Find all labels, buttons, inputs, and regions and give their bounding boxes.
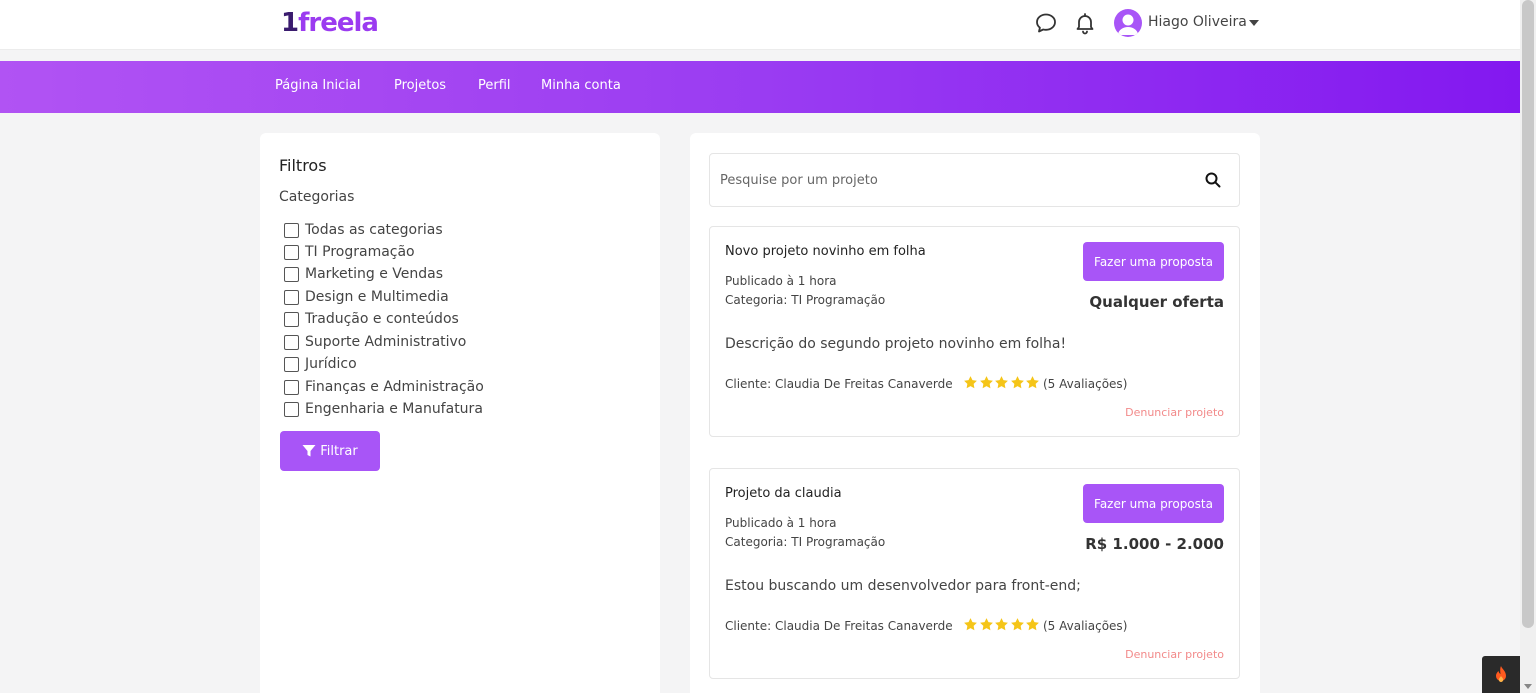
category-label: Finanças e Administração (305, 379, 484, 395)
bell-icon[interactable] (1073, 11, 1097, 35)
scroll-thumb[interactable] (1522, 0, 1534, 628)
filter-button[interactable]: Filtrar (280, 431, 380, 471)
category-option-engineering[interactable]: Engenharia e Manufatura (284, 399, 483, 419)
category-option-admin-support[interactable]: Suporte Administrativo (284, 332, 466, 352)
report-project-link[interactable]: Denunciar projeto (1125, 648, 1224, 661)
rating-stars (963, 617, 1041, 632)
user-icon (1117, 14, 1139, 35)
category-label: Design e Multimedia (305, 289, 449, 305)
chevron-down-icon[interactable] (1249, 20, 1259, 26)
star-icon (995, 376, 1008, 389)
category-option-marketing[interactable]: Marketing e Vendas (284, 264, 443, 284)
user-name[interactable]: Hiago Oliveira (1148, 14, 1247, 30)
make-proposal-button[interactable]: Fazer uma proposta (1083, 484, 1224, 523)
category-label: Tradução e conteúdos (305, 311, 459, 327)
category-option-all[interactable]: Todas as categorias (284, 220, 443, 240)
search-icon[interactable] (1205, 172, 1221, 188)
star-icon (1026, 618, 1039, 631)
project-price: Qualquer oferta (1089, 293, 1224, 311)
star-icon (1026, 376, 1039, 389)
category-label: Suporte Administrativo (305, 334, 467, 350)
projects-panel: Novo projeto novinho em folha Publicado … (690, 133, 1260, 693)
nav-item-profile[interactable]: Perfil (478, 78, 511, 93)
star-icon (964, 376, 977, 389)
chat-icon[interactable] (1034, 11, 1058, 35)
logo-number: 1 (281, 8, 299, 38)
project-client: Cliente: Claudia De Freitas Canaverde (725, 377, 953, 391)
category-checkbox[interactable] (284, 244, 299, 260)
review-count: (5 Avaliações) (1043, 377, 1128, 391)
category-checkbox[interactable] (284, 222, 299, 238)
category-checkbox[interactable] (284, 379, 299, 395)
filter-button-label: Filtrar (320, 443, 358, 459)
scroll-down-icon[interactable] (1524, 684, 1532, 689)
category-checkbox[interactable] (284, 311, 299, 327)
category-checkbox[interactable] (284, 289, 299, 305)
nav-item-projects[interactable]: Projetos (394, 78, 446, 93)
category-option-design[interactable]: Design e Multimedia (284, 287, 449, 307)
category-option-finance[interactable]: Finanças e Administração (284, 377, 484, 397)
category-label: Jurídico (305, 356, 357, 372)
star-icon (979, 376, 993, 389)
filter-title: Filtros (279, 156, 327, 175)
logo-text: freela (298, 8, 379, 38)
top-header: 1freela Hiago Oliveira (0, 0, 1520, 50)
category-option-translation[interactable]: Tradução e conteúdos (284, 309, 459, 329)
fire-icon (1496, 665, 1506, 682)
funnel-icon (302, 445, 316, 457)
category-label: Engenharia e Manufatura (305, 401, 483, 417)
fire-widget[interactable] (1482, 656, 1520, 693)
category-option-it[interactable]: TI Programação (284, 242, 415, 262)
star-icon (1010, 618, 1024, 631)
page-scrollbar[interactable] (1520, 0, 1536, 693)
project-description: Descrição do segundo projeto novinho em … (725, 336, 1067, 352)
project-title[interactable]: Novo projeto novinho em folha (725, 244, 926, 259)
project-published: Publicado à 1 hora (725, 274, 837, 288)
search-input[interactable] (720, 154, 1190, 206)
project-category: Categoria: TI Programação (725, 293, 886, 307)
category-checkbox[interactable] (284, 266, 299, 282)
project-category: Categoria: TI Programação (725, 535, 886, 549)
star-icon (995, 618, 1008, 631)
project-card: Projeto da claudia Publicado à 1 hora Ca… (709, 468, 1240, 679)
project-title[interactable]: Projeto da claudia (725, 486, 842, 501)
logo[interactable]: 1freela (281, 8, 379, 38)
star-icon (1010, 376, 1024, 389)
nav-item-account[interactable]: Minha conta (541, 78, 621, 93)
avatar[interactable] (1114, 9, 1142, 37)
category-label: TI Programação (305, 244, 415, 260)
star-icon (964, 618, 977, 631)
filter-panel: Filtros Categorias Todas as categorias T… (260, 133, 660, 693)
category-checkbox[interactable] (284, 401, 299, 417)
star-icon (979, 618, 993, 631)
categories-title: Categorias (279, 189, 355, 205)
category-checkbox[interactable] (284, 356, 299, 372)
project-description: Estou buscando um desenvolvedor para fro… (725, 578, 1081, 594)
rating-stars (963, 375, 1041, 390)
category-option-legal[interactable]: Jurídico (284, 354, 357, 374)
category-checkbox[interactable] (284, 334, 299, 350)
nav-item-home[interactable]: Página Inicial (275, 78, 360, 93)
search-box (709, 153, 1240, 207)
category-label: Marketing e Vendas (305, 266, 444, 282)
project-client: Cliente: Claudia De Freitas Canaverde (725, 619, 953, 633)
project-price: R$ 1.000 - 2.000 (1085, 535, 1224, 553)
report-project-link[interactable]: Denunciar projeto (1125, 406, 1224, 419)
project-card: Novo projeto novinho em folha Publicado … (709, 226, 1240, 437)
project-published: Publicado à 1 hora (725, 516, 837, 530)
review-count: (5 Avaliações) (1043, 619, 1128, 633)
make-proposal-button[interactable]: Fazer uma proposta (1083, 242, 1224, 281)
category-label: Todas as categorias (305, 222, 443, 238)
main-nav: Página Inicial Projetos Perfil Minha con… (0, 61, 1520, 113)
